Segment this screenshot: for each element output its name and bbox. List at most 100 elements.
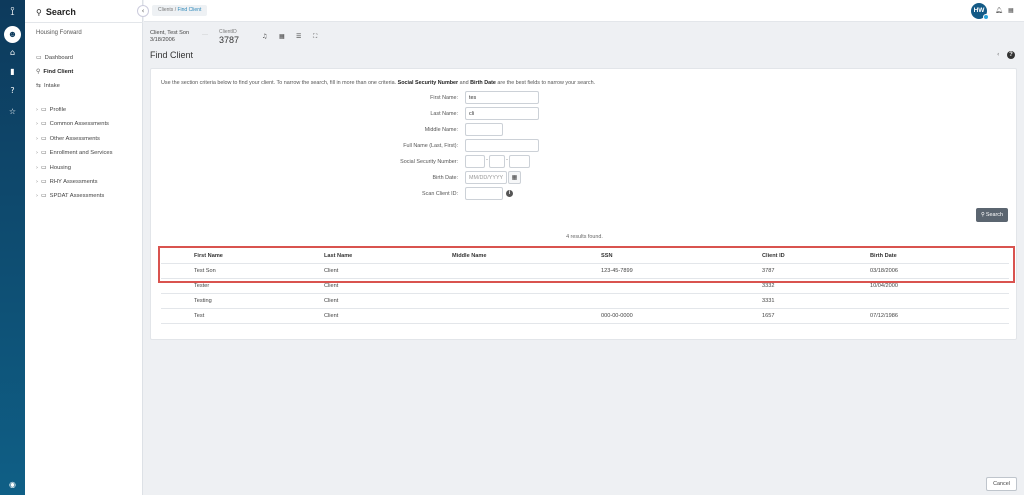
folder-icon: ▭ [41, 106, 47, 113]
cell-ssn: 000-00-0000 [601, 313, 633, 319]
bell-icon[interactable]: 🔔︎ [995, 7, 1003, 14]
folder-icon: ▭ [41, 192, 47, 199]
sidebar-folder-profile[interactable]: › ▭ Profile [36, 106, 66, 113]
sidebar-org: Housing Forward [36, 30, 82, 36]
first-name-input[interactable] [465, 91, 539, 104]
star-icon[interactable]: ☆ [0, 107, 25, 116]
client-nav-icon[interactable]: ☻ [4, 26, 21, 43]
sidebar-folder-rhy-assessments[interactable]: › ▭ RHY Assessments [36, 178, 98, 185]
full-name-input[interactable] [465, 139, 539, 152]
table-row[interactable]: Testing Client 3331 [161, 294, 1009, 309]
folder-icon: ▭ [41, 149, 47, 156]
cell-client-id: 3331 [762, 298, 775, 304]
collapse-sidebar-button[interactable]: ‹ [137, 5, 149, 17]
user-avatar[interactable]: HW [971, 3, 989, 20]
sidebar-item-intake[interactable]: ⇆ Intake [36, 82, 60, 89]
chevron-right-icon: › [36, 136, 38, 142]
calendar-icon[interactable]: ▦ [1008, 7, 1014, 14]
search-icon: ⚲ [36, 68, 41, 75]
sidebar-folder-enrollment[interactable]: › ▭ Enrollment and Services [36, 149, 113, 156]
results-count: 4 results found. [566, 234, 603, 240]
support-icon[interactable]: ◉ [0, 480, 25, 489]
app-logo-icon[interactable]: ⟟ [0, 4, 25, 19]
calendar-icon[interactable]: ▦ [279, 33, 285, 40]
search-button[interactable]: ⚲Search [976, 208, 1008, 222]
last-name-label: Last Name: [430, 111, 458, 117]
full-name-label: Full Name (Last, First): [403, 143, 458, 149]
cell-last-name: Client [324, 283, 339, 289]
document-icon[interactable]: ▮ [0, 67, 25, 76]
cell-first-name: Testing [194, 298, 212, 304]
page-title: Find Client [150, 50, 194, 60]
chevron-right-icon: › [36, 165, 38, 171]
breadcrumb-clients[interactable]: Clients [158, 7, 173, 13]
scan-client-id-input[interactable] [465, 187, 503, 200]
sidebar-folder-other-assessments[interactable]: › ▭ Other Assessments [36, 135, 100, 142]
table-row[interactable]: Test Client 000-00-0000 1657 07/12/1986 [161, 309, 1009, 324]
cell-client-id: 1657 [762, 313, 775, 319]
birth-date-label: Birth Date: [432, 175, 458, 181]
client-summary: Client, Test Son 3/18/2006 [150, 30, 189, 44]
help-icon[interactable]: ? [0, 86, 25, 95]
alert-bell-icon[interactable]: ♫ [262, 33, 267, 40]
ssn-part2-input[interactable] [489, 155, 505, 168]
ssn-label: Social Security Number: [400, 159, 458, 165]
sidebar-item-find-client[interactable]: ⚲ Find Client [36, 68, 73, 75]
info-icon[interactable]: i [506, 190, 513, 197]
middle-name-input[interactable] [465, 123, 503, 136]
last-name-input[interactable] [465, 107, 539, 120]
client-id-value: 3787 [219, 35, 240, 45]
swap-icon: ⇆ [36, 82, 42, 89]
sidebar: ⚲ Search Housing Forward ▭ Dashboard ⚲ Find… [25, 0, 143, 495]
chevron-right-icon: › [36, 193, 38, 199]
topbar: Clients / Find Client HW 🔔︎ ▦ [144, 0, 1024, 22]
breadcrumb: Clients / Find Client [152, 5, 208, 16]
folder-icon: ▭ [41, 178, 47, 185]
highlight-annotation [158, 246, 1015, 283]
chevron-right-icon: › [36, 150, 38, 156]
list-icon[interactable]: ☰ [296, 33, 301, 40]
search-icon: ⚲ [36, 8, 42, 17]
cell-last-name: Client [324, 313, 339, 319]
help-icon[interactable]: ? [1007, 51, 1015, 59]
chevron-right-icon: › [36, 107, 38, 113]
ssn-dash: - [506, 157, 508, 163]
cell-birth-date: 07/12/1986 [870, 313, 898, 319]
search-icon: ⚲ [980, 212, 985, 218]
cell-first-name: Tester [194, 283, 210, 289]
ssn-part1-input[interactable] [465, 155, 485, 168]
client-dob: 3/18/2006 [150, 37, 175, 43]
more-dots[interactable]: ··· [202, 32, 208, 38]
ssn-part3-input[interactable] [509, 155, 530, 168]
calendar-button[interactable]: ▦ [508, 171, 521, 184]
ssn-dash: - [486, 157, 488, 163]
folder-icon: ▭ [41, 164, 47, 171]
folder-icon: ▭ [41, 120, 47, 127]
chevron-right-icon: › [36, 179, 38, 185]
breadcrumb-current: Find Client [177, 7, 202, 13]
sidebar-divider [25, 22, 143, 23]
folder-icon: ▭ [41, 135, 47, 142]
cell-last-name: Client [324, 298, 339, 304]
instructions: Use the section criteria below to find y… [161, 80, 596, 86]
sidebar-title: ⚲ Search [36, 7, 76, 17]
sidebar-folder-common-assessments[interactable]: › ▭ Common Assessments [36, 120, 109, 127]
expand-icon[interactable]: ⛶ [313, 33, 317, 41]
status-dot [983, 14, 989, 20]
calendar-icon: ▦ [511, 174, 518, 181]
sidebar-item-dashboard[interactable]: ▭ Dashboard [36, 54, 73, 61]
cell-client-id: 3332 [762, 283, 775, 289]
scan-client-id-label: Scan Client ID: [422, 191, 458, 197]
find-client-card: Use the section criteria below to find y… [150, 68, 1017, 340]
first-name-label: First Name: [430, 95, 458, 101]
home-icon[interactable]: ⌂ [0, 48, 25, 57]
chevron-right-icon: › [36, 121, 38, 127]
sidebar-folder-spdat-assessments[interactable]: › ▭ SPDAT Assessments [36, 192, 104, 199]
cell-first-name: Test [194, 313, 205, 319]
icon-rail: ⟟ ☻ ⌂ ▮ ? ☆ ◉ [0, 0, 25, 495]
chevron-left-icon[interactable]: ‹ [997, 51, 999, 58]
client-name: Client, Test Son [150, 30, 190, 36]
sidebar-folder-housing[interactable]: › ▭ Housing [36, 164, 71, 171]
birth-date-input[interactable] [465, 171, 507, 184]
cancel-button[interactable]: Cancel [986, 477, 1017, 491]
